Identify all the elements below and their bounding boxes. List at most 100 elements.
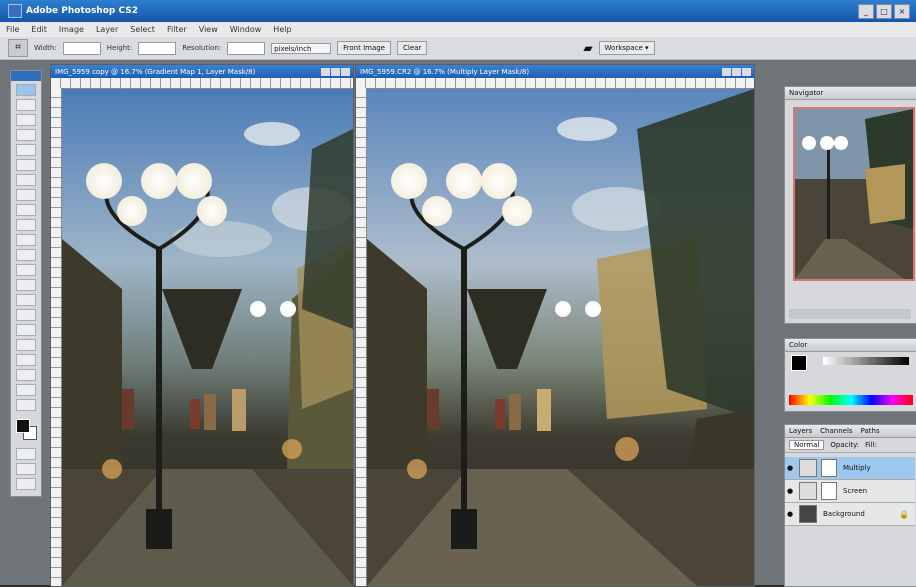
document-title: IMG_5959 copy @ 16.7% (Gradient Map 1, L… — [55, 67, 256, 76]
opacity-label: Opacity: — [830, 441, 860, 449]
minimize-button[interactable]: _ — [858, 4, 874, 19]
menu-bar: File Edit Image Layer Select Filter View… — [0, 22, 916, 38]
street-scene-image — [62, 89, 353, 586]
fill-label: Fill: — [865, 441, 877, 449]
history-brush-tool-icon[interactable] — [16, 219, 36, 231]
shape-tool-icon[interactable] — [16, 339, 36, 351]
menu-view[interactable]: View — [193, 25, 224, 34]
color-value-slider[interactable] — [823, 357, 909, 365]
color-fg-bg-icon[interactable] — [791, 355, 807, 371]
width-field[interactable] — [62, 41, 101, 55]
ruler-vertical — [51, 88, 62, 586]
menu-window[interactable]: Window — [224, 25, 268, 34]
hand-tool-icon[interactable] — [16, 384, 36, 396]
color-spectrum-bar[interactable] — [789, 395, 913, 405]
move-tool-icon[interactable] — [16, 84, 36, 96]
palette-well-icon[interactable]: ▰ — [583, 41, 592, 55]
layers-tabs: Layers Channels Paths — [785, 425, 916, 438]
menu-layer[interactable]: Layer — [90, 25, 124, 34]
doc-minimize-button[interactable] — [722, 67, 731, 76]
navigator-preview-image — [795, 109, 913, 279]
crop-tool-icon[interactable] — [16, 144, 36, 156]
layer-mask-thumbnail[interactable] — [821, 459, 837, 477]
menu-file[interactable]: File — [0, 25, 25, 34]
crop-tool-icon[interactable]: ⌗ — [8, 39, 28, 57]
doc-maximize-button[interactable] — [331, 67, 340, 76]
healing-brush-tool-icon[interactable] — [16, 174, 36, 186]
navigator-thumbnail[interactable] — [793, 107, 915, 281]
document-title-bar[interactable]: IMG_5959.CR2 @ 16.7% (Multiply Layer Mas… — [356, 65, 754, 78]
document-window-2[interactable]: IMG_5959.CR2 @ 16.7% (Multiply Layer Mas… — [355, 64, 755, 587]
eyedropper-tool-icon[interactable] — [16, 369, 36, 381]
blur-tool-icon[interactable] — [16, 264, 36, 276]
document-title-bar[interactable]: IMG_5959 copy @ 16.7% (Gradient Map 1, L… — [51, 65, 353, 78]
blend-mode-select[interactable]: Normal — [789, 440, 825, 450]
toolbox-grip[interactable] — [11, 71, 41, 81]
layer-thumbnail — [799, 459, 817, 477]
gradient-tool-icon[interactable] — [16, 249, 36, 261]
visibility-eye-icon[interactable]: ● — [785, 487, 795, 495]
path-selection-tool-icon[interactable] — [16, 294, 36, 306]
tab-layers[interactable]: Layers — [789, 425, 812, 437]
pen-tool-icon[interactable] — [16, 324, 36, 336]
layer-row[interactable]: ● Multiply — [785, 457, 915, 480]
visibility-eye-icon[interactable]: ● — [785, 464, 795, 472]
dodge-tool-icon[interactable] — [16, 279, 36, 291]
screen-mode-icon[interactable] — [16, 463, 36, 475]
front-image-button[interactable]: Front Image — [337, 41, 391, 55]
menu-help[interactable]: Help — [267, 25, 297, 34]
menu-select[interactable]: Select — [124, 25, 161, 34]
image-canvas[interactable] — [62, 89, 353, 586]
resolution-label: Resolution: — [182, 44, 222, 52]
doc-minimize-button[interactable] — [321, 67, 330, 76]
menu-edit[interactable]: Edit — [25, 25, 53, 34]
document-window-1[interactable]: IMG_5959 copy @ 16.7% (Gradient Map 1, L… — [50, 64, 354, 587]
workspace-button[interactable]: Workspace ▾ — [598, 41, 655, 55]
layers-options-row: Normal Opacity: Fill: — [785, 438, 916, 453]
clone-stamp-tool-icon[interactable] — [16, 204, 36, 216]
magic-wand-tool-icon[interactable] — [16, 129, 36, 141]
resolution-field[interactable] — [227, 41, 266, 55]
brush-tool-icon[interactable] — [16, 189, 36, 201]
layer-row[interactable]: ● Background 🔒 — [785, 503, 915, 526]
maximize-button[interactable]: □ — [876, 4, 892, 19]
title-bar: Adobe Photoshop CS2 _ □ × — [0, 0, 916, 22]
options-bar: ⌗ Width: Height: Resolution: pixels/inch… — [0, 37, 916, 60]
slice-tool-icon[interactable] — [16, 159, 36, 171]
units-select[interactable]: pixels/inch — [271, 42, 332, 54]
menu-filter[interactable]: Filter — [161, 25, 193, 34]
visibility-eye-icon[interactable]: ● — [785, 510, 795, 518]
doc-close-button[interactable] — [742, 67, 751, 76]
clear-button[interactable]: Clear — [397, 41, 428, 55]
tab-navigator[interactable]: Navigator — [785, 87, 916, 100]
close-button[interactable]: × — [894, 4, 910, 19]
image-canvas[interactable] — [367, 89, 754, 586]
type-tool-icon[interactable] — [16, 309, 36, 321]
ruler-horizontal — [51, 78, 353, 89]
layer-name: Background — [823, 510, 865, 518]
marquee-tool-icon[interactable] — [16, 99, 36, 111]
height-field[interactable] — [138, 41, 177, 55]
notes-tool-icon[interactable] — [16, 354, 36, 366]
document-title: IMG_5959.CR2 @ 16.7% (Multiply Layer Mas… — [360, 67, 530, 76]
tab-channels[interactable]: Channels — [820, 425, 852, 437]
doc-maximize-button[interactable] — [732, 67, 741, 76]
tool-list — [11, 81, 41, 411]
tab-paths[interactable]: Paths — [861, 425, 880, 437]
zoom-tool-icon[interactable] — [16, 399, 36, 411]
window-controls: _ □ × — [858, 4, 910, 19]
eraser-tool-icon[interactable] — [16, 234, 36, 246]
navigator-zoom-slider[interactable] — [789, 309, 911, 319]
lasso-tool-icon[interactable] — [16, 114, 36, 126]
doc-close-button[interactable] — [341, 67, 350, 76]
quick-mask-icon[interactable] — [16, 448, 36, 460]
layer-mask-thumbnail[interactable] — [821, 482, 837, 500]
document-controls — [722, 67, 754, 76]
menu-image[interactable]: Image — [53, 25, 90, 34]
imageready-icon[interactable] — [16, 478, 36, 490]
tab-color[interactable]: Color — [785, 339, 916, 352]
ruler-horizontal — [356, 78, 754, 89]
layer-row[interactable]: ● Screen — [785, 480, 915, 503]
foreground-color-swatch[interactable] — [16, 419, 30, 433]
height-label: Height: — [106, 44, 133, 52]
